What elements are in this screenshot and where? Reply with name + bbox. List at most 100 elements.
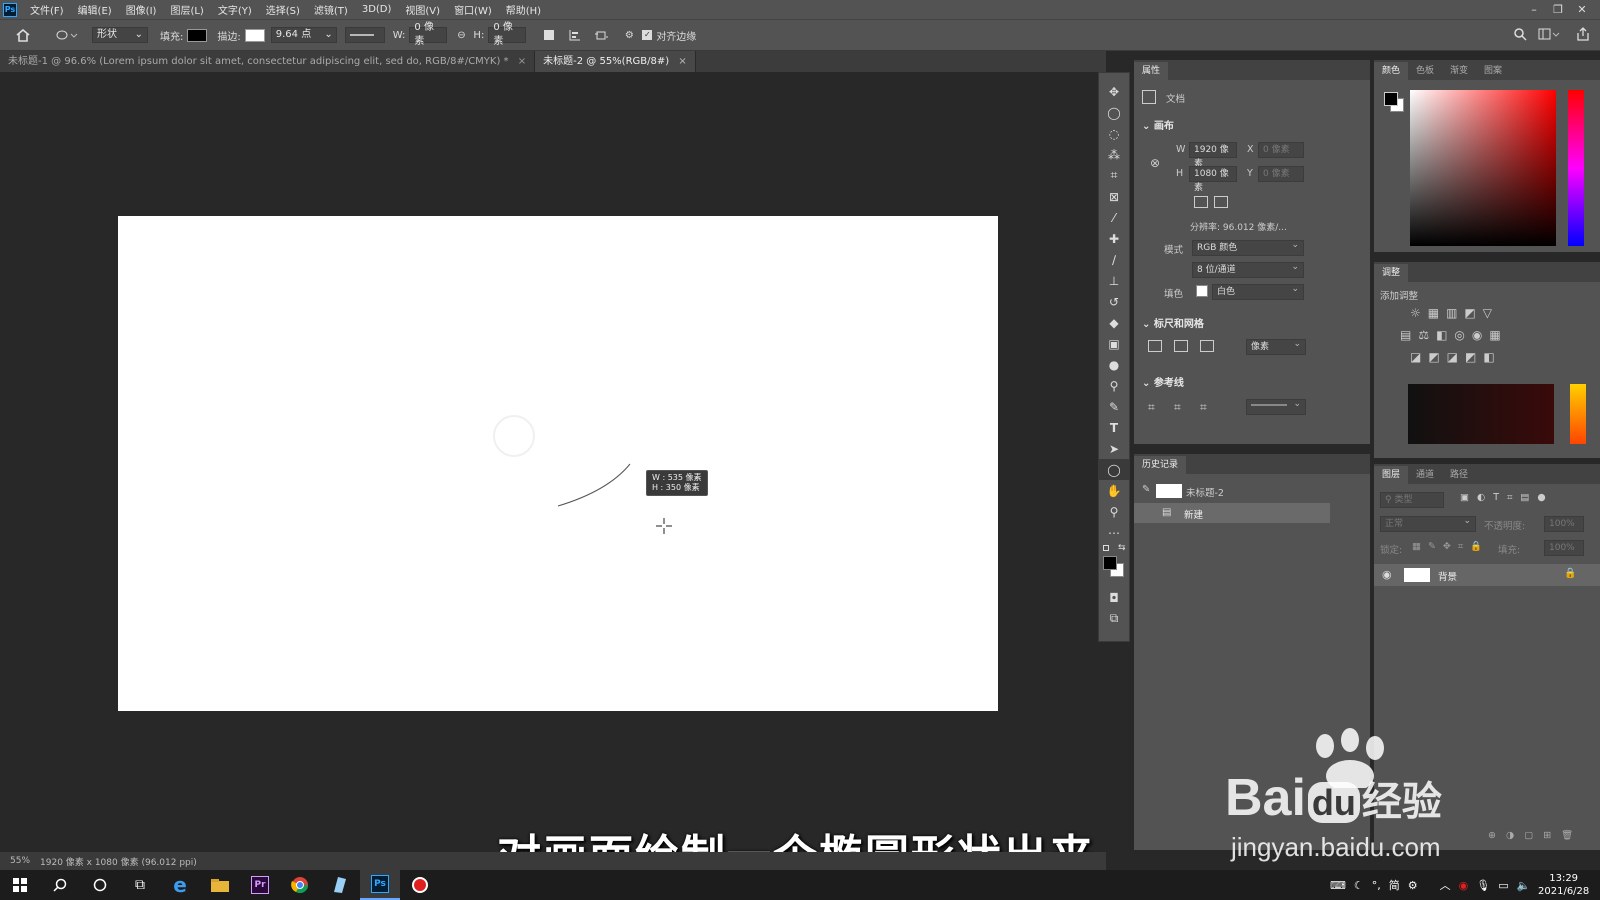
ellipse-tool-icon[interactable]: ◯ [1099, 459, 1129, 480]
restore-icon[interactable]: ❐ [1546, 0, 1570, 19]
link-icon[interactable]: ⊖ [451, 30, 471, 41]
ruler-icon[interactable] [1148, 340, 1162, 352]
lock-icons[interactable]: ▦✎✥⌗🔒 [1412, 541, 1489, 552]
menu-help[interactable]: 帮助(H) [499, 2, 548, 17]
hue-slider[interactable] [1568, 90, 1584, 246]
search-icon[interactable] [1514, 28, 1527, 41]
minimize-icon[interactable]: – [1522, 0, 1546, 19]
canvas-y-field[interactable]: 0 像素 [1258, 166, 1304, 182]
notes-app-icon[interactable] [320, 870, 360, 900]
workspace-icon[interactable] [1538, 28, 1560, 41]
history-state-new[interactable]: ▤ 新建 [1134, 503, 1330, 523]
color-field[interactable] [1410, 90, 1556, 246]
frame-tool-icon[interactable]: ⊠ [1099, 186, 1129, 207]
tab-swatches[interactable]: 色板 [1408, 62, 1442, 80]
crop-tool-icon[interactable]: ⌗ [1099, 165, 1129, 186]
tab-gradients[interactable]: 渐变 [1442, 62, 1476, 80]
menu-image[interactable]: 图像(I) [119, 2, 164, 17]
path-operations-icon[interactable] [538, 29, 560, 41]
tray-expand-icon[interactable]: ︿ [1440, 877, 1451, 893]
layer-fill-field[interactable]: 100% [1544, 540, 1584, 556]
ime-mode[interactable]: 简 [1389, 877, 1400, 893]
layer-filter-icons[interactable]: ▣◐T⌗▤● [1460, 492, 1554, 503]
adjustment-icons-row-2[interactable]: ▤⚖◧◎◉▦ [1400, 328, 1508, 342]
stamp-tool-icon[interactable]: ⊥ [1099, 270, 1129, 291]
recording-indicator-icon[interactable]: ◉ [1459, 879, 1469, 892]
path-alignment-icon[interactable] [564, 29, 586, 41]
path-arrangement-icon[interactable] [590, 29, 612, 41]
grid-icon[interactable] [1174, 340, 1188, 352]
file-explorer-icon[interactable] [200, 870, 240, 900]
adjustment-icons-row-3[interactable]: ◪◩◪◩◧ [1410, 350, 1502, 364]
menu-3d[interactable]: 3D(D) [355, 4, 399, 15]
blur-tool-icon[interactable]: ● [1099, 354, 1129, 375]
network-icon[interactable]: ▭ [1498, 879, 1508, 892]
cortana-icon[interactable] [80, 870, 120, 900]
menu-layer[interactable]: 图层(L) [163, 2, 210, 17]
premiere-pro-icon[interactable]: Pr [240, 870, 280, 900]
canvas-height-field[interactable]: 1080 像素 [1189, 166, 1237, 193]
guides-section-header[interactable]: ⌄ 参考线 [1142, 374, 1184, 389]
ime-settings-icon[interactable]: ⚙ [1408, 879, 1418, 892]
canvas-section-header[interactable]: ⌄ 画布 [1142, 117, 1174, 132]
eye-visibility-icon[interactable]: ◉ [1382, 568, 1392, 581]
menu-type[interactable]: 文字(Y) [211, 2, 259, 17]
microphone-icon[interactable]: 🎙 [1476, 879, 1490, 892]
hand-tool-icon[interactable]: ✋ [1099, 480, 1129, 501]
photoshop-taskbar-icon[interactable]: Ps [360, 870, 400, 900]
eraser-tool-icon[interactable]: ◆ [1099, 312, 1129, 333]
marquee-tool-icon[interactable]: ◯ [1099, 102, 1129, 123]
more-tools-icon[interactable]: ⋯ [1099, 522, 1129, 543]
stroke-swatch[interactable] [244, 28, 265, 42]
punctuation-icon[interactable]: °, [1372, 879, 1381, 892]
menu-window[interactable]: 窗口(W) [447, 2, 499, 17]
quick-mask-icon[interactable]: ◘ [1099, 587, 1129, 608]
keyboard-icon[interactable]: ⌨ [1330, 879, 1346, 892]
task-view-icon[interactable]: ⧉ [120, 870, 160, 900]
portrait-orientation-icon[interactable] [1194, 196, 1208, 208]
fill-color-swatch[interactable] [1196, 285, 1208, 297]
tab-patterns[interactable]: 图案 [1476, 62, 1510, 80]
share-icon[interactable] [1576, 27, 1590, 41]
stroke-type-dropdown[interactable] [344, 27, 385, 43]
ellipse-tool-preset-icon[interactable] [52, 29, 82, 41]
guides-from-shape-icon[interactable]: ⌗ [1200, 400, 1207, 415]
guide-layout-icon[interactable]: ⌗ [1174, 400, 1181, 415]
menu-file[interactable]: 文件(F) [23, 2, 71, 17]
workspace[interactable]: W : 535 像素 H : 350 像素 对画面绘制一个椭圆形状出来 [0, 72, 1106, 882]
tab-properties[interactable]: 属性 [1134, 62, 1169, 80]
history-brush-source-icon[interactable]: ✎ [1142, 484, 1150, 495]
fill-color-dropdown[interactable]: 白色 [1212, 282, 1304, 300]
blend-mode-dropdown[interactable]: 正常 [1380, 514, 1476, 532]
menu-edit[interactable]: 编辑(E) [71, 2, 119, 17]
magic-wand-tool-icon[interactable]: ⁂ [1099, 144, 1129, 165]
adjustment-icons-row-1[interactable]: ☼▦▥◩▽ [1410, 306, 1499, 320]
canvas[interactable]: W : 535 像素 H : 350 像素 [118, 216, 998, 711]
guide-icon[interactable]: ⌗ [1148, 400, 1155, 415]
zoom-tool-icon[interactable]: ⚲ [1099, 501, 1129, 522]
layer-row-background[interactable]: ◉ 背景 🔒 [1374, 564, 1600, 586]
canvas-width-field[interactable]: 1920 像素 [1189, 142, 1237, 169]
history-snapshot[interactable]: ✎ 未标题-2 [1134, 481, 1330, 501]
width-field[interactable]: 0 像素 [409, 22, 448, 47]
moon-icon[interactable]: ☾ [1354, 879, 1364, 892]
edge-browser-icon[interactable]: e [160, 870, 200, 900]
menu-select[interactable]: 选择(S) [259, 2, 307, 17]
menu-filter[interactable]: 滤镜(T) [307, 2, 355, 17]
history-brush-tool-icon[interactable]: ↺ [1099, 291, 1129, 312]
taskbar-search-icon[interactable] [40, 870, 80, 900]
chrome-browser-icon[interactable] [280, 870, 320, 900]
pixel-grid-icon[interactable] [1200, 340, 1214, 352]
color-mode-dropdown[interactable]: RGB 颜色 [1192, 238, 1304, 256]
tab-untitled-2[interactable]: 未标题-2 @ 55%(RGB/8#) × [535, 51, 696, 72]
fill-swatch[interactable] [187, 28, 208, 42]
menu-view[interactable]: 视图(V) [398, 2, 447, 17]
align-edges-checkbox[interactable]: ✓ 对齐边缘 [642, 28, 696, 43]
stroke-width-field[interactable]: 9.64 点 ⌄ [270, 27, 337, 43]
screen-mode-icon[interactable]: ⧉ [1099, 608, 1129, 629]
opacity-field[interactable]: 100% [1544, 516, 1584, 532]
shape-mode-dropdown[interactable]: 形状 ⌄ [92, 27, 148, 43]
volume-icon[interactable]: 🔈 [1517, 879, 1531, 892]
tab-history[interactable]: 历史记录 [1134, 456, 1187, 474]
guide-style-dropdown[interactable] [1246, 397, 1306, 415]
